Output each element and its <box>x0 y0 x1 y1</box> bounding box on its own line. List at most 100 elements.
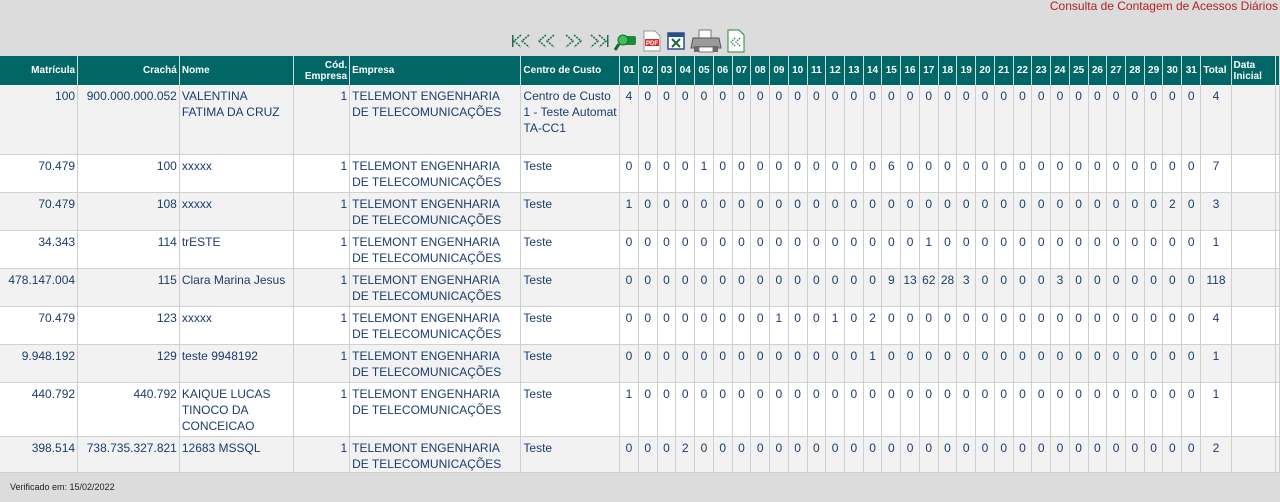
cell-day-count: 0 <box>1162 230 1183 269</box>
cell-matricula: 9.948.192 <box>0 344 79 383</box>
cell-day-count: 0 <box>1088 382 1108 437</box>
cell-day-count: 0 <box>1181 154 1202 193</box>
col-header-nome[interactable]: Nome <box>179 56 294 85</box>
col-header-day[interactable]: 23 <box>1031 56 1052 85</box>
first-page-icon[interactable] <box>510 31 532 51</box>
cell-day-count: 0 <box>1106 268 1126 307</box>
cell-day-count: 2 <box>863 306 883 345</box>
cell-day-count: 0 <box>863 268 883 307</box>
col-header-day[interactable]: 31 <box>1181 56 1202 85</box>
col-header-day[interactable]: 21 <box>994 56 1014 85</box>
table-row[interactable]: 70.479 123 xxxxx 1 TELEMONT ENGENHARIA DE TE… <box>0 306 1280 345</box>
previous-page-icon[interactable] <box>536 31 558 51</box>
excel-export-icon[interactable] <box>666 31 686 51</box>
col-header-day[interactable]: 13 <box>844 56 864 85</box>
col-header-day[interactable]: 29 <box>1144 56 1164 85</box>
col-header-matricula[interactable]: Matrícula <box>0 56 79 85</box>
col-header-day[interactable]: 10 <box>788 56 808 85</box>
search-icon[interactable] <box>614 29 638 53</box>
cell-day-count: 0 <box>750 85 771 155</box>
col-header-cod-empresa[interactable]: Cód. Empresa <box>293 56 351 85</box>
col-header-day[interactable]: 07 <box>732 56 752 85</box>
cell-day-count: 0 <box>657 382 677 437</box>
col-header-day[interactable]: 03 <box>657 56 677 85</box>
col-header-day[interactable]: 16 <box>900 56 920 85</box>
table-row[interactable]: 440.792 440.792 KAIQUE LUCAS TINOCO DA CON… <box>0 382 1280 437</box>
col-header-day[interactable]: 11 <box>807 56 827 85</box>
cell-day-count: 0 <box>994 306 1014 345</box>
col-header-day[interactable]: 04 <box>675 56 696 85</box>
cell-cracha: 115 <box>77 268 180 307</box>
cell-cod-empresa: 1 <box>293 306 351 345</box>
cell-day-count: 0 <box>638 344 658 383</box>
col-header-day[interactable]: 18 <box>938 56 958 85</box>
cell-day-count: 0 <box>900 154 920 193</box>
col-header-day[interactable]: 06 <box>713 56 733 85</box>
print-icon[interactable] <box>690 28 722 54</box>
cell-day-count: 0 <box>881 85 902 155</box>
col-header-day[interactable]: 05 <box>694 56 714 85</box>
col-header-empresa[interactable]: Empresa <box>349 56 522 85</box>
col-header-day[interactable]: 02 <box>638 56 658 85</box>
page-title: Consulta de Contagem de Acessos Diários <box>1049 0 1278 13</box>
col-header-day[interactable]: 24 <box>1050 56 1070 85</box>
cell-day-count: 0 <box>638 306 658 345</box>
cell-day-count: 0 <box>732 230 752 269</box>
cell-total: 2 <box>1200 436 1232 473</box>
col-header-day[interactable]: 26 <box>1088 56 1108 85</box>
table-row[interactable]: 34.343 114 trESTE 1 TELEMONT ENGENHARIA DE T… <box>0 230 1280 269</box>
cell-day-count: 0 <box>956 344 977 383</box>
col-header-day[interactable]: 15 <box>881 56 902 85</box>
col-header-cracha[interactable]: Crachá <box>77 56 180 85</box>
next-page-icon[interactable] <box>562 31 584 51</box>
col-header-day[interactable]: 22 <box>1013 56 1033 85</box>
cell-centro-custo: Teste <box>520 344 621 383</box>
col-header-day[interactable]: 27 <box>1106 56 1126 85</box>
col-header-day[interactable]: 17 <box>919 56 939 85</box>
cell-day-count: 0 <box>638 85 658 155</box>
cell-day-count: 0 <box>1013 344 1033 383</box>
svg-text:PDF: PDF <box>646 41 658 47</box>
col-header-centro-custo[interactable]: Centro de Custo <box>520 56 621 85</box>
cell-day-count: 0 <box>863 436 883 473</box>
col-header-day[interactable]: 20 <box>975 56 995 85</box>
col-header-day[interactable]: 25 <box>1069 56 1089 85</box>
col-header-day[interactable]: 08 <box>750 56 771 85</box>
cell-day-count: 0 <box>750 344 771 383</box>
cell-total: 1 <box>1200 382 1232 437</box>
table-row[interactable]: 478.147.004 115 Clara Marina Jesus 1 TELEMON… <box>0 268 1280 307</box>
cell-day-count: 0 <box>1106 85 1126 155</box>
xml-export-icon[interactable] <box>726 29 746 53</box>
col-header-total[interactable]: Total <box>1200 56 1232 85</box>
col-header-day[interactable]: 01 <box>619 56 639 85</box>
last-page-icon[interactable] <box>588 31 610 51</box>
cell-day-count: 0 <box>1125 85 1145 155</box>
cell-day-count: 0 <box>1181 306 1202 345</box>
cell-nome: 12683 MSSQL <box>179 436 294 473</box>
col-header-day[interactable]: 14 <box>863 56 883 85</box>
col-header-day[interactable]: 09 <box>769 56 789 85</box>
col-header-day[interactable]: 19 <box>956 56 977 85</box>
col-header-day[interactable]: 30 <box>1162 56 1183 85</box>
table-row[interactable]: 70.479 108 xxxxx 1 TELEMONT ENGENHARIA DE TE… <box>0 192 1280 231</box>
cell-day-count: 0 <box>675 192 696 231</box>
cell-day-count: 0 <box>1106 382 1126 437</box>
table-row[interactable]: 9.948.192 129 teste 9948192 1 TELEMONT ENGEN… <box>0 344 1280 383</box>
cell-day-count: 13 <box>900 268 920 307</box>
cell-day-count: 0 <box>881 436 902 473</box>
table-row[interactable]: 398.514 738.735.327.821 12683 MSSQL 1 TELEMO… <box>0 436 1280 473</box>
cell-day-count: 1 <box>619 382 639 437</box>
cell-day-count: 0 <box>844 192 864 231</box>
col-header-data-inicial[interactable]: Data Inicial <box>1231 56 1276 85</box>
table-row[interactable]: 100 900.000.000.052 VALENTINA FATIMA DA CR… <box>0 85 1280 155</box>
cell-day-count: 1 <box>919 230 939 269</box>
table-row[interactable]: 70.479 100 xxxxx 1 TELEMONT ENGENHARIA DE TE… <box>0 154 1280 193</box>
pdf-export-icon[interactable]: PDF <box>642 30 662 52</box>
cell-day-count: 0 <box>1181 382 1202 437</box>
cell-data-inicial <box>1231 306 1276 345</box>
cell-cracha: 440.792 <box>77 382 180 437</box>
col-header-day[interactable]: 12 <box>825 56 845 85</box>
cell-day-count: 0 <box>1013 268 1033 307</box>
cell-day-count: 0 <box>713 85 733 155</box>
col-header-day[interactable]: 28 <box>1125 56 1145 85</box>
